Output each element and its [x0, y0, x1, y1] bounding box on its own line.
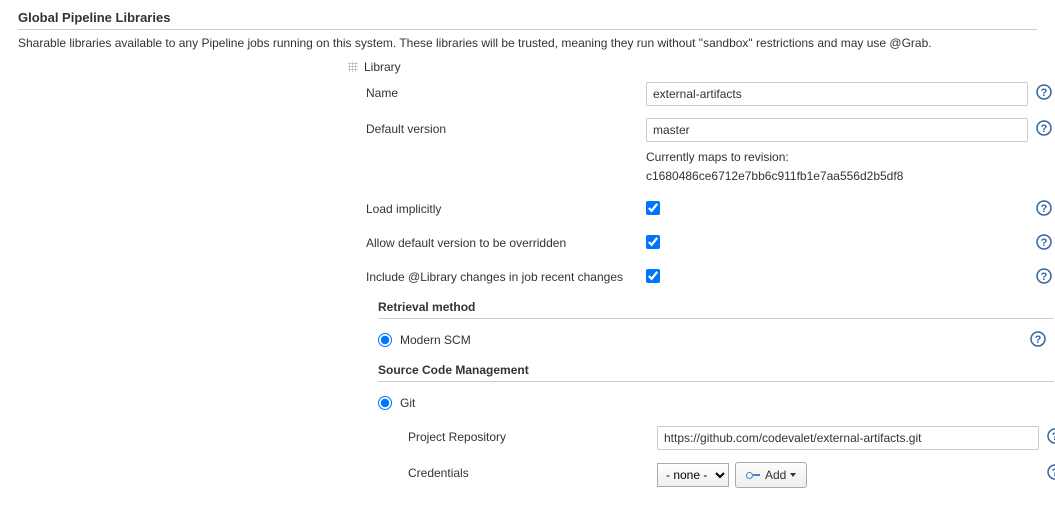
- repo-row: Project Repository ?: [408, 426, 1037, 450]
- allow-override-label: Allow default version to be overridden: [366, 232, 646, 250]
- library-header: Library: [348, 60, 1037, 74]
- help-icon[interactable]: ?: [1047, 464, 1055, 480]
- name-row: Name ?: [366, 82, 1037, 106]
- modern-scm-row: Modern SCM ?: [378, 329, 1054, 351]
- name-label: Name: [366, 82, 646, 100]
- scm-rule: [378, 381, 1054, 382]
- svg-text:?: ?: [1041, 237, 1048, 249]
- git-row: Git: [378, 392, 1054, 414]
- scm-title: Source Code Management: [378, 363, 1037, 377]
- repo-label: Project Repository: [408, 426, 657, 444]
- svg-text:?: ?: [1041, 271, 1048, 283]
- svg-text:?: ?: [1041, 123, 1048, 135]
- modern-scm-label: Modern SCM: [400, 333, 1030, 347]
- chevron-down-icon: [790, 473, 796, 477]
- load-implicitly-checkbox[interactable]: [646, 201, 660, 215]
- retrieval-title: Retrieval method: [378, 300, 1037, 314]
- library-block: Library Name ? Default version Currently…: [348, 60, 1037, 290]
- help-icon[interactable]: ?: [1030, 331, 1046, 347]
- retrieval-section: Retrieval method Modern SCM ? Source Cod…: [378, 300, 1037, 488]
- git-label: Git: [400, 396, 1054, 410]
- help-icon[interactable]: ?: [1047, 428, 1055, 444]
- section-rule: [18, 29, 1037, 30]
- section-description: Sharable libraries available to any Pipe…: [18, 36, 1037, 50]
- help-icon[interactable]: ?: [1036, 234, 1052, 250]
- add-button-label: Add: [765, 468, 786, 482]
- repo-input[interactable]: [657, 426, 1039, 450]
- default-version-input[interactable]: [646, 118, 1028, 142]
- revision-hint: Currently maps to revision: c1680486ce67…: [646, 148, 1028, 186]
- add-credentials-button[interactable]: Add: [735, 462, 807, 488]
- git-radio[interactable]: [378, 396, 392, 410]
- svg-text:?: ?: [1052, 431, 1055, 443]
- allow-override-row: Allow default version to be overridden ?: [366, 232, 1037, 256]
- credentials-row: Credentials - none - Add ?: [408, 462, 1037, 488]
- svg-text:?: ?: [1052, 467, 1055, 479]
- drag-handle-icon[interactable]: [348, 62, 358, 72]
- section-title: Global Pipeline Libraries: [18, 10, 1037, 25]
- default-version-row: Default version Currently maps to revisi…: [366, 118, 1037, 186]
- svg-text:?: ?: [1041, 87, 1048, 99]
- help-icon[interactable]: ?: [1036, 268, 1052, 284]
- credentials-label: Credentials: [408, 462, 657, 480]
- revision-hint-line2: c1680486ce6712e7bb6c911fb1e7aa556d2b5df8: [646, 169, 903, 183]
- help-icon[interactable]: ?: [1036, 200, 1052, 216]
- include-changes-row: Include @Library changes in job recent c…: [366, 266, 1037, 290]
- svg-text:?: ?: [1041, 203, 1048, 215]
- library-title: Library: [364, 60, 401, 74]
- retrieval-rule: [378, 318, 1054, 319]
- allow-override-checkbox[interactable]: [646, 235, 660, 249]
- include-changes-label: Include @Library changes in job recent c…: [366, 266, 646, 284]
- load-implicitly-row: Load implicitly ?: [366, 198, 1037, 222]
- key-icon: [746, 471, 760, 479]
- name-input[interactable]: [646, 82, 1028, 106]
- modern-scm-radio[interactable]: [378, 333, 392, 347]
- git-config: Project Repository ? Credentials - none …: [408, 426, 1037, 488]
- load-implicitly-label: Load implicitly: [366, 198, 646, 216]
- include-changes-checkbox[interactable]: [646, 269, 660, 283]
- default-version-label: Default version: [366, 118, 646, 136]
- credentials-select[interactable]: - none -: [657, 463, 729, 487]
- revision-hint-line1: Currently maps to revision:: [646, 150, 789, 164]
- help-icon[interactable]: ?: [1036, 120, 1052, 136]
- help-icon[interactable]: ?: [1036, 84, 1052, 100]
- svg-text:?: ?: [1035, 334, 1042, 346]
